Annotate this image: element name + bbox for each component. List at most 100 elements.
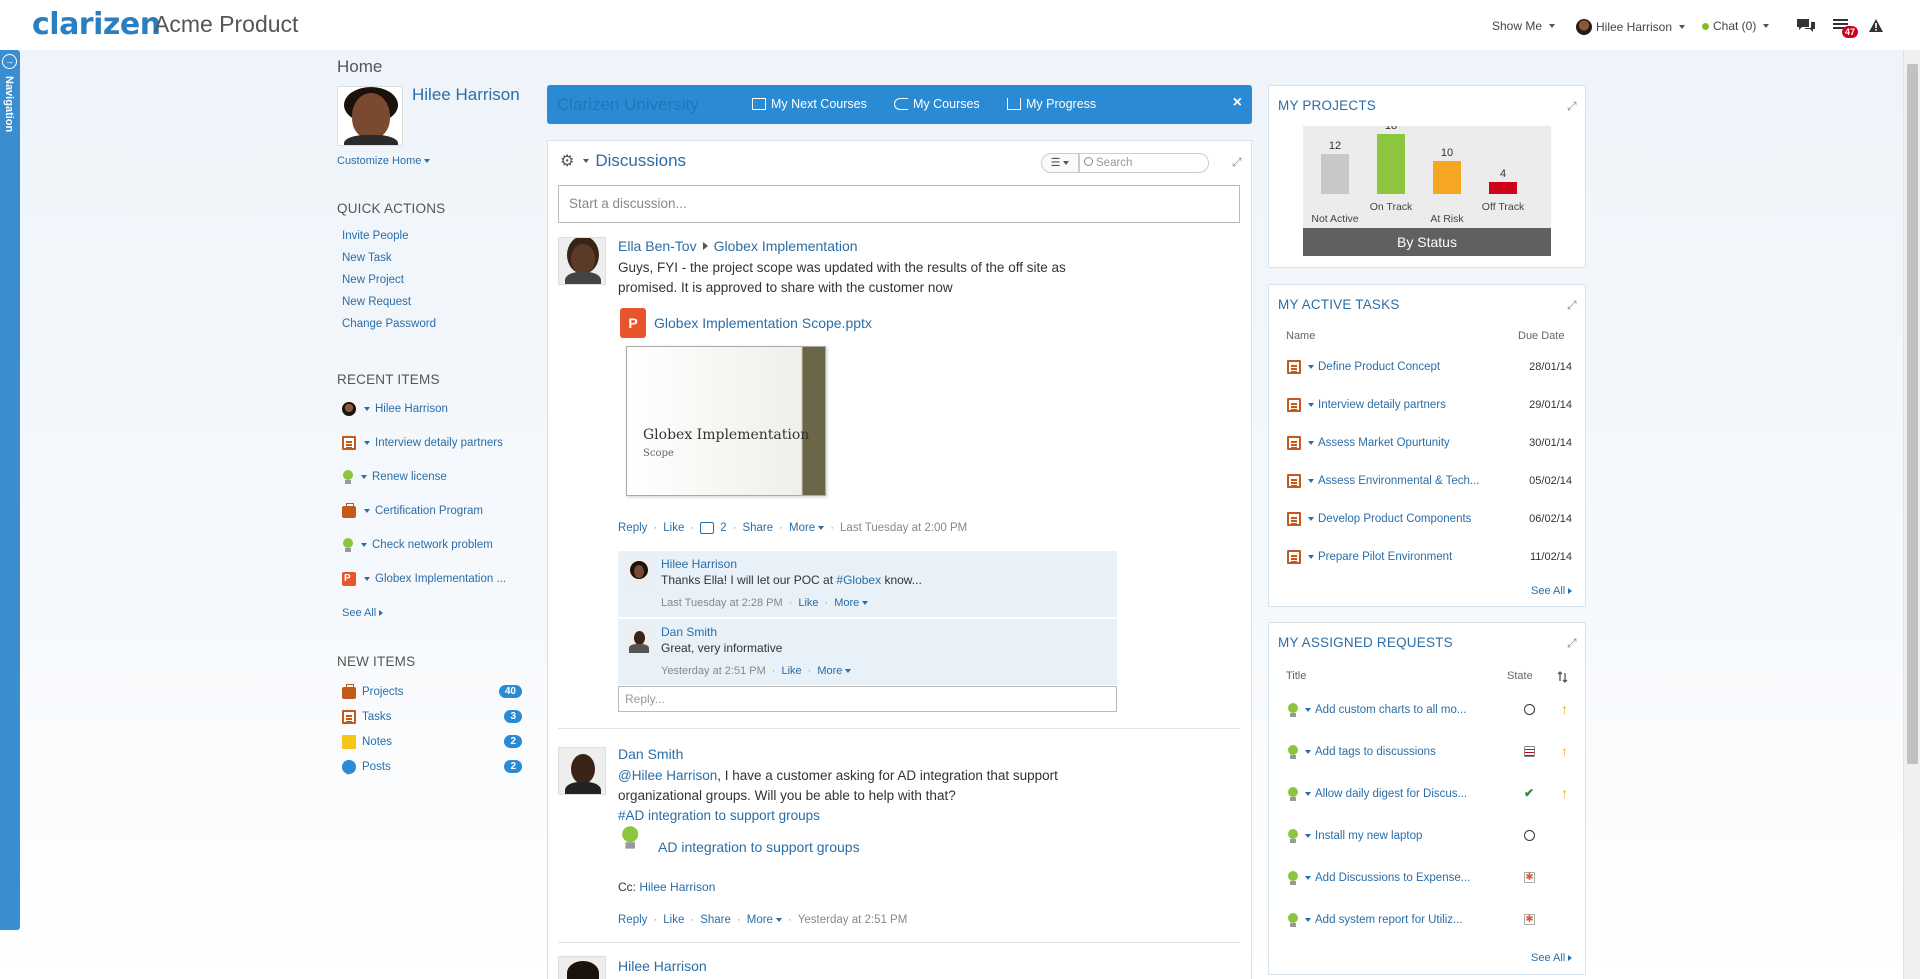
post-author-avatar[interactable] <box>558 237 606 285</box>
request-row[interactable]: Add custom charts to all mo... ↑ <box>1287 701 1572 719</box>
chart-footer[interactable]: By Status <box>1303 228 1551 256</box>
requests-see-all-link[interactable]: See All <box>1531 952 1573 964</box>
reply-avatar[interactable] <box>626 559 652 585</box>
new-item-posts[interactable]: Posts 2 <box>342 758 522 776</box>
search-input[interactable]: Search <box>1079 153 1209 173</box>
gear-icon[interactable]: ⚙ <box>560 151 574 171</box>
task-row[interactable]: Assess Environmental & Tech... 05/02/14 <box>1287 472 1572 490</box>
chevron-down-icon[interactable] <box>1305 834 1311 838</box>
expand-icon[interactable]: ⤢ <box>1232 156 1244 168</box>
quick-action-new-project[interactable]: New Project <box>342 274 404 286</box>
filter-button[interactable]: ☰ <box>1041 153 1079 173</box>
quick-action-change-password[interactable]: Change Password <box>342 318 436 330</box>
my-progress-link[interactable]: My Progress <box>1007 97 1096 111</box>
chevron-down-icon[interactable] <box>364 577 370 581</box>
page-scrollbar[interactable] <box>1903 50 1920 979</box>
recent-item[interactable]: Certification Program <box>342 502 483 520</box>
chat-menu[interactable]: Chat (0) <box>1702 19 1770 33</box>
reply-link[interactable]: Reply <box>618 522 647 534</box>
user-menu[interactable]: Hilee Harrison <box>1576 19 1686 35</box>
reply-avatar[interactable] <box>626 627 652 653</box>
projects-bar-chart[interactable]: 12 Not Active 18 On Track 10 At Risk 4 Off Trac… <box>1303 126 1551 228</box>
show-me-menu[interactable]: Show Me <box>1492 19 1556 33</box>
share-link[interactable]: Share <box>700 914 731 926</box>
slide-preview[interactable]: Globex Implementation Scope <box>626 346 826 496</box>
recent-item[interactable]: Hilee Harrison <box>342 400 448 418</box>
task-row[interactable]: Define Product Concept 28/01/14 <box>1287 358 1572 376</box>
new-item-tasks[interactable]: Tasks 3 <box>342 708 522 726</box>
post-target[interactable]: Globex Implementation <box>714 238 858 254</box>
tasks-see-all-link[interactable]: See All <box>1531 585 1573 597</box>
chevron-down-icon[interactable] <box>1308 517 1314 521</box>
chevron-down-icon[interactable] <box>1305 918 1311 922</box>
post-author[interactable]: Hilee Harrison <box>618 958 707 974</box>
alert-icon[interactable] <box>1868 18 1884 33</box>
like-link[interactable]: Like <box>798 597 818 609</box>
post-attachment[interactable]: AD integration to support groups <box>620 826 860 860</box>
quick-action-invite-people[interactable]: Invite People <box>342 230 409 242</box>
recent-item[interactable]: Globex Implementation ... <box>342 570 506 588</box>
chevron-down-icon[interactable] <box>1305 708 1311 712</box>
hashtag-link[interactable]: #AD integration to support groups <box>618 806 1058 826</box>
share-link[interactable]: Share <box>742 522 773 534</box>
more-menu[interactable]: More <box>789 522 825 534</box>
recent-item[interactable]: Interview detaily partners <box>342 434 503 452</box>
navigation-rail[interactable]: → Navigation <box>0 50 20 930</box>
chevron-down-icon[interactable] <box>361 543 367 547</box>
column-header-title[interactable]: Title <box>1286 670 1306 682</box>
chevron-down-icon[interactable] <box>364 509 370 513</box>
post-attachment[interactable]: P Globex Implementation Scope.pptx <box>620 308 872 338</box>
my-courses-link[interactable]: My Courses <box>894 97 980 111</box>
request-row[interactable]: Add system report for Utiliz... ✱ <box>1287 911 1572 929</box>
my-next-courses-link[interactable]: My Next Courses <box>752 97 867 111</box>
hashtag-link[interactable]: #Globex <box>836 573 881 587</box>
discussions-icon[interactable] <box>1796 17 1816 34</box>
chart-bar-on-track[interactable] <box>1377 134 1405 194</box>
chevron-down-icon[interactable] <box>364 407 370 411</box>
chevron-down-icon[interactable] <box>1305 876 1311 880</box>
like-count[interactable]: 2 <box>720 522 726 534</box>
reply-author[interactable]: Hilee Harrison <box>661 557 737 571</box>
more-menu[interactable]: More <box>817 665 852 677</box>
chevron-down-icon[interactable] <box>1308 365 1314 369</box>
expand-icon[interactable]: ⤢ <box>1567 637 1579 649</box>
chevron-down-icon[interactable] <box>1308 555 1314 559</box>
cc-name-link[interactable]: Hilee Harrison <box>639 880 715 894</box>
post-author[interactable]: Ella Ben-Tov <box>618 238 697 254</box>
like-link[interactable]: Like <box>663 914 684 926</box>
more-menu[interactable]: More <box>747 914 782 926</box>
chart-bar-not-active[interactable] <box>1321 154 1349 194</box>
priority-sort-icon[interactable] <box>1557 671 1569 683</box>
request-row[interactable]: Allow daily digest for Discus... ✔ ↑ <box>1287 785 1572 803</box>
column-header-state[interactable]: State <box>1507 670 1533 682</box>
profile-name[interactable]: Hilee Harrison <box>412 85 520 105</box>
new-item-projects[interactable]: Projects 40 <box>342 683 522 701</box>
start-discussion-input[interactable]: Start a discussion... <box>558 185 1240 223</box>
chart-bar-off-track[interactable] <box>1489 182 1517 194</box>
task-row[interactable]: Prepare Pilot Environment 11/02/14 <box>1287 548 1572 566</box>
new-item-notes[interactable]: Notes 2 <box>342 733 522 751</box>
chevron-down-icon[interactable] <box>1308 441 1314 445</box>
reply-link[interactable]: Reply <box>618 914 647 926</box>
chevron-down-icon[interactable] <box>364 441 370 445</box>
more-menu[interactable]: More <box>834 597 869 609</box>
request-row[interactable]: Add Discussions to Expense... ✱ <box>1287 869 1572 887</box>
chevron-down-icon[interactable] <box>1308 479 1314 483</box>
request-row[interactable]: Install my new laptop <box>1287 827 1572 845</box>
task-row[interactable]: Develop Product Components 06/02/14 <box>1287 510 1572 528</box>
expand-icon[interactable]: ⤢ <box>1567 299 1579 311</box>
recent-item[interactable]: Renew license <box>342 468 447 486</box>
notifications-button[interactable]: 47 <box>1832 16 1859 38</box>
quick-action-new-task[interactable]: New Task <box>342 252 392 264</box>
task-row[interactable]: Interview detaily partners 29/01/14 <box>1287 396 1572 414</box>
chevron-down-icon[interactable] <box>1305 750 1311 754</box>
task-row[interactable]: Assess Market Opurtunity 30/01/14 <box>1287 434 1572 452</box>
post-author-avatar[interactable] <box>558 747 606 795</box>
close-icon[interactable]: × <box>1233 94 1242 112</box>
chevron-down-icon[interactable] <box>1305 792 1311 796</box>
post-author-avatar[interactable] <box>558 956 606 979</box>
expand-icon[interactable]: ⤢ <box>1567 100 1579 112</box>
like-link[interactable]: Like <box>781 665 801 677</box>
quick-action-new-request[interactable]: New Request <box>342 296 411 308</box>
customize-home-menu[interactable]: Customize Home <box>337 155 431 167</box>
